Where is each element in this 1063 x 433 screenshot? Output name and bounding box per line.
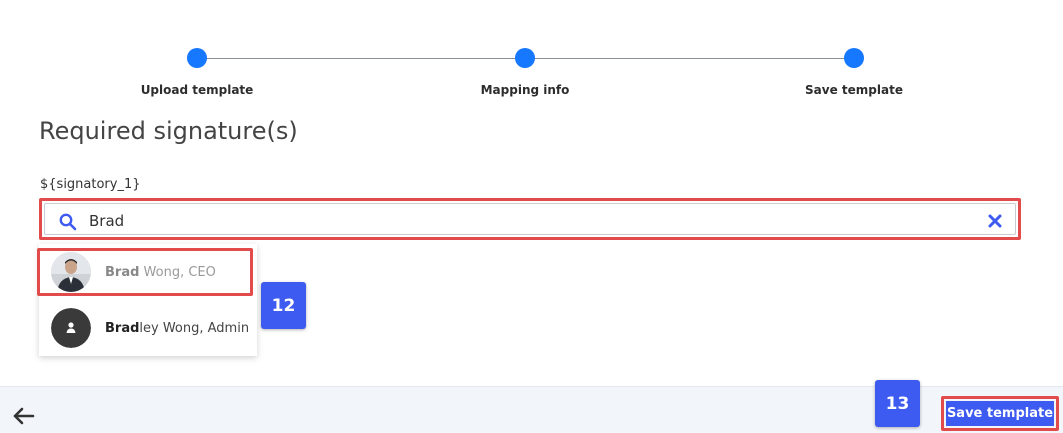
close-icon[interactable] <box>987 213 1003 229</box>
save-button-highlight: Save template <box>941 396 1059 431</box>
step-callout-badge: 12 <box>261 282 306 329</box>
suggestion-dropdown: Brad Wong, CEO Bradley Wong, Admin <box>37 244 257 356</box>
suggestion-label: Brad Wong, CEO <box>105 264 216 280</box>
signatory-search-field[interactable] <box>44 203 1016 235</box>
suggestion-item-bradley-wong[interactable]: Bradley Wong, Admin <box>39 302 257 354</box>
avatar <box>51 252 91 292</box>
step-label: Mapping info <box>480 83 570 97</box>
default-user-icon <box>51 308 91 348</box>
step-label: Upload template <box>140 83 254 97</box>
signatory-search-input[interactable] <box>89 209 969 233</box>
search-icon <box>59 213 77 231</box>
step-dot <box>187 48 207 68</box>
signatory-search-highlight <box>39 198 1021 240</box>
progress-stepper: Upload template Mapping info Save templa… <box>0 46 1063 106</box>
step-label: Save template <box>805 83 903 97</box>
save-template-button[interactable]: Save template <box>946 401 1054 426</box>
step-upload-template: Upload template <box>97 46 297 97</box>
suggestion-item-brad-wong[interactable]: Brad Wong, CEO <box>37 246 257 298</box>
step-mapping-info: Mapping info <box>425 46 625 97</box>
signatory-field-label: ${signatory_1} <box>40 177 141 192</box>
step-callout-badge: 13 <box>875 380 920 427</box>
arrow-left-icon[interactable] <box>12 406 36 426</box>
step-save-template: Save template <box>754 46 954 97</box>
step-dot <box>515 48 535 68</box>
page-title: Required signature(s) <box>39 117 298 145</box>
step-dot <box>844 48 864 68</box>
suggestion-label: Bradley Wong, Admin <box>105 320 250 336</box>
